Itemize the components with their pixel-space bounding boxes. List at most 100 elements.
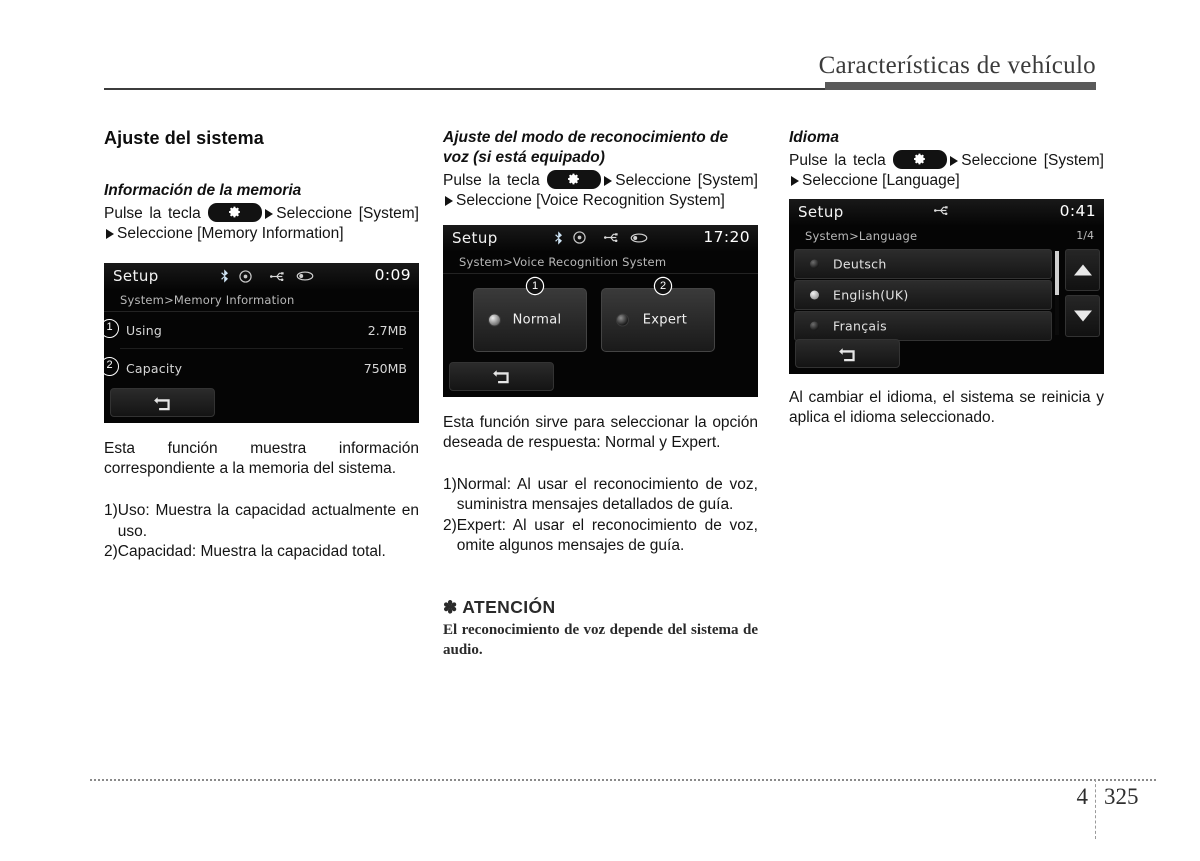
description-voice-recognition: Esta función sirve para seleccionar la o… [443, 413, 758, 452]
footer-divider [1095, 779, 1096, 839]
option-button-expert[interactable]: Expert [601, 287, 715, 352]
arrow-right-icon [950, 155, 959, 166]
screen-divider [104, 311, 419, 313]
instruction-text-post2: Seleccione [Voice Recognition System] [456, 191, 725, 209]
back-icon [492, 370, 509, 384]
radio-indicator [810, 290, 819, 300]
instruction-text-pre: Pulse la tecla [789, 151, 886, 169]
screen-status-icons [934, 205, 951, 216]
list-text: Uso: Muestra la capacidad actualmente en… [117, 502, 419, 540]
back-icon [838, 347, 855, 361]
arrow-right-icon-2 [106, 228, 114, 239]
gear-icon [568, 173, 580, 185]
language-row-francais[interactable]: Français [794, 311, 1052, 342]
callout-badge-2: 2 [655, 277, 671, 294]
description-memory-info: Esta función muestra información corresp… [104, 440, 419, 478]
page-title: Características de vehículo [818, 52, 1096, 79]
back-button[interactable] [449, 361, 554, 391]
footer-page-number: 325 [1104, 784, 1139, 809]
row-label: Using [126, 323, 162, 339]
usb-icon [604, 233, 618, 243]
screen-breadcrumb: System>Memory Information [120, 293, 295, 308]
scroll-down-button[interactable] [1065, 295, 1100, 338]
triangle-up-icon [1073, 264, 1092, 276]
scroll-up-button[interactable] [1065, 249, 1100, 292]
instruction-text-pre: Pulse la tecla [104, 204, 201, 222]
instruction-language: Pulse la tecla Seleccione [System]Selecc… [789, 149, 1104, 191]
subsection-title-language: Idioma [789, 129, 839, 146]
row-label: Capacity [126, 361, 183, 377]
subsection-title-voice-recognition: Ajuste del modo de reconocimiento de voz… [443, 129, 729, 166]
instruction-text-post2: Seleccione [Language] [802, 171, 960, 189]
memory-row-capacity[interactable]: Capacity 750MB [104, 353, 419, 387]
instruction-text-post: Seleccione [System] [276, 204, 419, 222]
instruction-text-post: Seleccione [System] [961, 151, 1104, 169]
row-separator [120, 348, 403, 350]
option-label: Expert [642, 312, 688, 328]
usb-icon [934, 206, 948, 216]
section-title-system-setup: Ajuste del sistema [104, 128, 264, 148]
column-language: Idioma Pulse la tecla Seleccione [System… [789, 128, 1104, 428]
arrow-right-icon-2 [791, 175, 799, 186]
radio-indicator [810, 321, 819, 331]
language-label: Deutsch [833, 256, 887, 272]
gear-icon [229, 206, 241, 218]
memory-row-using[interactable]: Using 2.7MB [104, 315, 419, 350]
radio-indicator [810, 259, 819, 269]
language-row-deutsch[interactable]: Deutsch [794, 249, 1052, 280]
back-button[interactable] [795, 339, 900, 369]
column-system-setup: Ajuste del sistema Información de la mem… [104, 128, 419, 562]
list-item: 1) Uso: Muestra la capacidad actualmente… [104, 501, 419, 541]
instruction-memory-info: Pulse la tecla Seleccione [System] Selecc… [104, 202, 419, 244]
setup-key-icon [208, 202, 263, 222]
arrow-right-icon-2 [445, 195, 453, 206]
screen-breadcrumb: System>Language [805, 229, 918, 244]
language-row-english-uk[interactable]: English(UK) [794, 280, 1052, 311]
screen-title: Setup [113, 267, 159, 286]
back-icon [153, 396, 170, 410]
instruction-voice-recognition: Pulse la tecla Seleccione [System] Selecc… [443, 169, 758, 211]
screenshot-memory-information: Setup 0:09 System>Memory Information Usi… [104, 263, 419, 424]
screen-clock: 0:41 [1059, 202, 1096, 221]
footer-chapter-number: 4 [1076, 784, 1089, 809]
setup-key-icon [893, 149, 948, 169]
list-text: Normal: Al usar el reconocimiento de voz… [456, 476, 758, 514]
setup-key-icon [547, 169, 602, 189]
triangle-down-icon [1073, 310, 1092, 322]
row-value: 2.7MB [367, 323, 407, 339]
bluetooth-icon [555, 231, 562, 245]
row-value: 750MB [363, 361, 407, 377]
language-label: English(UK) [833, 287, 909, 303]
screen-divider [443, 272, 758, 274]
screen-title: Setup [452, 228, 498, 247]
arrow-right-icon [265, 208, 274, 219]
instruction-text-pre: Pulse la tecla [443, 171, 540, 189]
list-memory-info: 1) Uso: Muestra la capacidad actualmente… [104, 501, 419, 561]
screen-status-icons [219, 269, 314, 283]
list-text: Capacidad: Muestra la capacidad total. [117, 542, 386, 560]
arrow-right-icon [604, 175, 613, 186]
instruction-text-post2: Seleccione [Memory Information] [117, 224, 344, 242]
disc-icon [239, 269, 252, 283]
option-button-normal[interactable]: Normal [473, 287, 587, 352]
description-language: Al cambiar el idioma, el sistema se rein… [789, 389, 1104, 427]
scrollbar[interactable] [1055, 251, 1059, 336]
option-label: Normal [512, 312, 562, 328]
list-item: 1) Normal: Al usar el reconocimiento de … [443, 475, 758, 515]
gear-icon [914, 153, 926, 165]
instruction-text-post: Seleccione [System] [615, 171, 758, 189]
list-voice-recognition: 1) Normal: Al usar el reconocimiento de … [443, 475, 758, 556]
usb-icon [270, 271, 284, 281]
header-accent-bar [825, 82, 1096, 90]
list-marker: 2) [443, 516, 457, 534]
disc-icon [573, 231, 586, 245]
page-header: Características de vehículo [0, 0, 1200, 100]
screen-clock: 0:09 [374, 266, 411, 285]
caution-heading-text: ATENCIÓN [462, 596, 556, 617]
screen-clock: 17:20 [703, 227, 750, 246]
bluetooth-icon [221, 269, 228, 283]
caution-body: El reconocimiento de voz depende del sis… [443, 621, 758, 658]
screenshot-language: Setup 0:41 System>Language 1/4 Deutsch E… [789, 199, 1104, 375]
scrollbar-thumb[interactable] [1055, 251, 1059, 296]
back-button[interactable] [110, 388, 215, 418]
